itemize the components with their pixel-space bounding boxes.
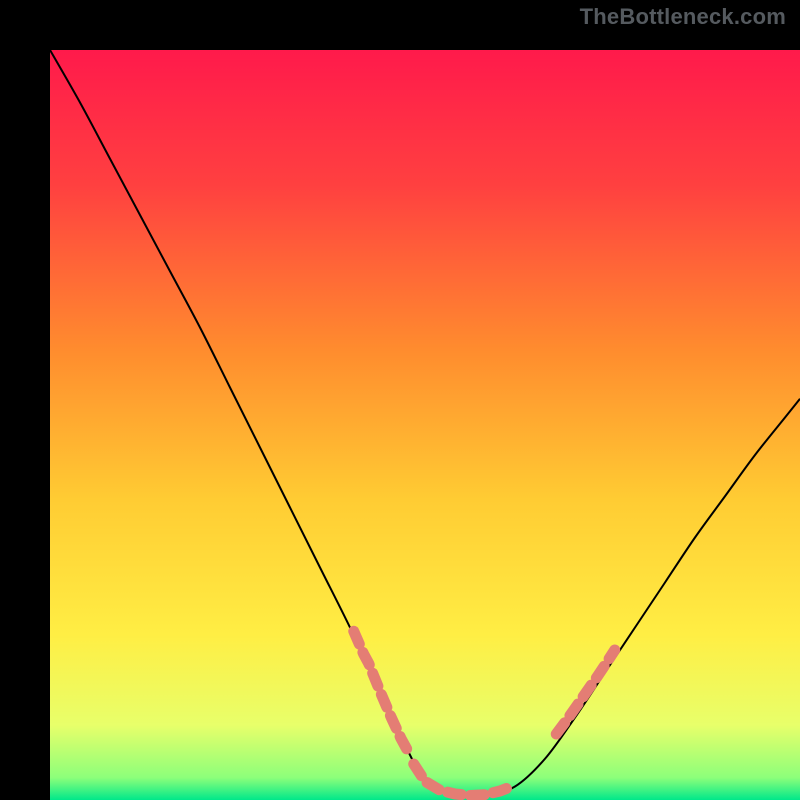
watermark-text: TheBottleneck.com <box>580 4 786 30</box>
chart-background <box>50 50 800 800</box>
chart-svg <box>50 50 800 800</box>
chart-canvas <box>50 50 800 800</box>
chart-frame <box>25 25 775 775</box>
